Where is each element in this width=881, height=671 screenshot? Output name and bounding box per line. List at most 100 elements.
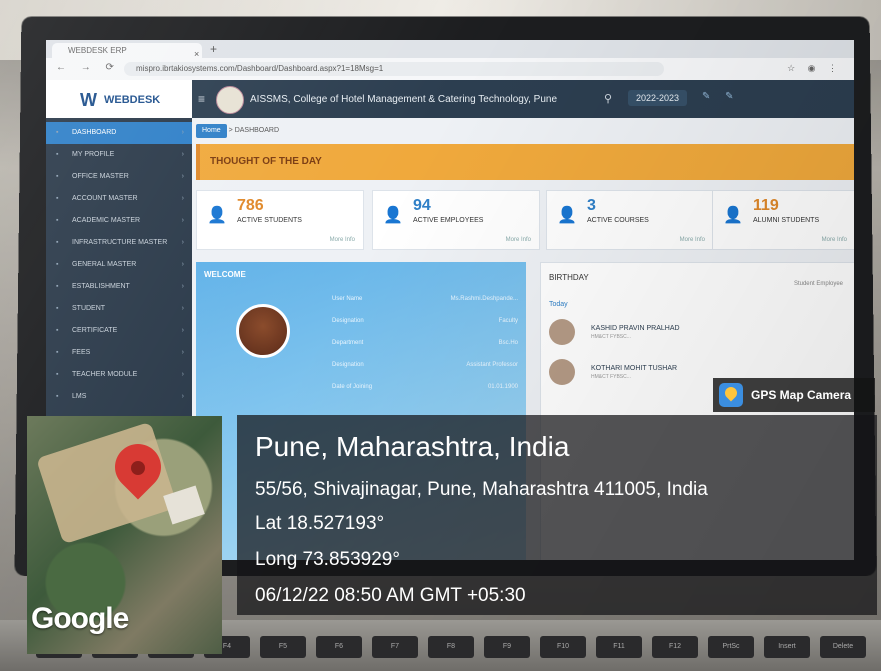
sidebar-item-icon: ▪ bbox=[56, 393, 59, 400]
person-icon: 👤 bbox=[723, 207, 743, 224]
sidebar-item-student[interactable]: ▪ STUDENT › bbox=[46, 298, 192, 320]
chevron-right-icon: › bbox=[181, 173, 184, 180]
welcome-row-label: Designation bbox=[332, 362, 364, 368]
stat-value: 94 bbox=[413, 197, 431, 214]
sidebar-item-icon: ▪ bbox=[56, 349, 59, 356]
breadcrumb: Home > DASHBOARD bbox=[196, 124, 279, 138]
sidebar-item-fees[interactable]: ▪ FEES › bbox=[46, 342, 192, 364]
more-info-link[interactable]: More Info bbox=[506, 237, 531, 243]
stat-card[interactable]: 👤 94 ACTIVE EMPLOYEES More Info bbox=[372, 190, 540, 250]
sidebar-item-dashboard[interactable]: ▪ DASHBOARD › bbox=[46, 122, 192, 144]
location-pin-center bbox=[131, 461, 145, 475]
sidebar-item-account-master[interactable]: ▪ ACCOUNT MASTER › bbox=[46, 188, 192, 210]
sidebar-item-label: ACADEMIC MASTER bbox=[72, 217, 141, 224]
more-info-link[interactable]: More Info bbox=[330, 237, 355, 243]
keyboard-key: F11 bbox=[596, 636, 642, 658]
header-tools-icon[interactable]: ✎ ✎ bbox=[702, 91, 740, 102]
sidebar-item-office-master[interactable]: ▪ OFFICE MASTER › bbox=[46, 166, 192, 188]
app-header: W WEBDESK ≡ AISSMS, College of Hotel Man… bbox=[46, 80, 854, 118]
stat-value: 3 bbox=[587, 197, 596, 214]
sidebar-item-label: OFFICE MASTER bbox=[72, 173, 129, 180]
stat-card[interactable]: 👤 786 ACTIVE STUDENTS More Info bbox=[196, 190, 364, 250]
sidebar-item-label: INFRASTRUCTURE MASTER bbox=[72, 239, 168, 246]
welcome-row-value: 01.01.1900 bbox=[487, 384, 518, 390]
google-logo: Google bbox=[31, 602, 129, 635]
stat-card[interactable]: 👤 3 ACTIVE COURSES More Info bbox=[546, 190, 714, 250]
breadcrumb-current: DASHBOARD bbox=[234, 127, 280, 134]
address-bar[interactable]: mispro.ibrtakiosystems.com/Dashboard/Das… bbox=[124, 62, 664, 76]
academic-year-select[interactable]: 2022-2023 bbox=[628, 90, 688, 106]
birthday-item: KASHID PRAVIN PRALHAD HM&CT FYBSC... bbox=[549, 319, 839, 349]
sidebar-item-teacher-module[interactable]: ▪ TEACHER MODULE › bbox=[46, 364, 192, 386]
sidebar-item-general-master[interactable]: ▪ GENERAL MASTER › bbox=[46, 254, 192, 276]
sidebar-item-infrastructure-master[interactable]: ▪ INFRASTRUCTURE MASTER › bbox=[46, 232, 192, 254]
birthday-name: KASHID PRAVIN PRALHAD bbox=[591, 325, 680, 332]
keyboard-key: F9 bbox=[484, 636, 530, 658]
sidebar-item-label: CERTIFICATE bbox=[72, 327, 118, 334]
brand[interactable]: W WEBDESK bbox=[46, 80, 192, 118]
nav-buttons-icon[interactable]: ← → ⟳ bbox=[56, 62, 120, 73]
more-info-link[interactable]: More Info bbox=[680, 237, 705, 243]
chevron-right-icon: › bbox=[181, 393, 184, 400]
college-logo bbox=[216, 86, 244, 114]
sidebar-item-lms[interactable]: ▪ LMS › bbox=[46, 386, 192, 408]
gps-datetime: 06/12/22 08:50 AM GMT +05:30 bbox=[255, 585, 526, 606]
gps-latitude: Lat 18.527193° bbox=[255, 513, 385, 534]
sidebar-item-academic-master[interactable]: ▪ ACADEMIC MASTER › bbox=[46, 210, 192, 232]
sidebar-item-icon: ▪ bbox=[56, 283, 59, 290]
keyboard-key: F10 bbox=[540, 636, 586, 658]
avatar bbox=[549, 319, 575, 345]
sidebar-item-label: GENERAL MASTER bbox=[72, 261, 137, 268]
avatar bbox=[236, 304, 290, 358]
sidebar-item-icon: ▪ bbox=[56, 327, 59, 334]
gps-longitude: Long 73.853929° bbox=[255, 549, 400, 570]
welcome-row-label: Department bbox=[332, 340, 364, 346]
welcome-row-label: Date of Joining bbox=[332, 384, 373, 390]
sidebar-item-label: DASHBOARD bbox=[72, 129, 117, 136]
sidebar-item-label: ESTABLISHMENT bbox=[72, 283, 130, 290]
sidebar-item-icon: ▪ bbox=[56, 173, 59, 180]
welcome-row: Designation Assistant Professor bbox=[332, 362, 518, 368]
sidebar-item-certificate[interactable]: ▪ CERTIFICATE › bbox=[46, 320, 192, 342]
breadcrumb-home[interactable]: Home bbox=[196, 124, 227, 138]
stat-label: ACTIVE STUDENTS bbox=[237, 217, 302, 224]
chevron-right-icon: › bbox=[181, 371, 184, 378]
browser-actions-icon[interactable]: ☆ ◉ ⋮ bbox=[787, 63, 842, 74]
keyboard-key: Insert bbox=[764, 636, 810, 658]
chevron-right-icon: › bbox=[181, 151, 184, 158]
more-info-link[interactable]: More Info bbox=[822, 237, 847, 243]
welcome-row-value: Assistant Professor bbox=[466, 362, 518, 368]
gps-app-name: GPS Map Camera bbox=[751, 388, 852, 402]
gps-map-camera-icon bbox=[719, 383, 743, 407]
stat-label: ACTIVE EMPLOYEES bbox=[413, 217, 484, 224]
birthday-name: KOTHARI MOHIT TUSHAR bbox=[591, 365, 678, 372]
keyboard-key: Delete bbox=[820, 636, 866, 658]
stat-card[interactable]: 👤 119 ALUMNI STUDENTS More Info bbox=[712, 190, 854, 250]
browser-tab[interactable]: WEBDESK ERP × bbox=[52, 43, 202, 59]
search-icon[interactable]: ⚲ bbox=[604, 92, 612, 105]
keyboard-key: F7 bbox=[372, 636, 418, 658]
birthday-detail: HM&CT FYBSC... bbox=[591, 334, 631, 340]
welcome-row: Designation Faculty bbox=[332, 318, 518, 324]
gps-app-badge: GPS Map Camera bbox=[713, 378, 875, 412]
sidebar-item-my-profile[interactable]: ▪ MY PROFILE › bbox=[46, 144, 192, 166]
keyboard-key: PrtSc bbox=[708, 636, 754, 658]
gps-address: 55/56, Shivajinagar, Pune, Maharashtra 4… bbox=[255, 479, 708, 500]
birthday-title: BIRTHDAY bbox=[549, 273, 589, 282]
menu-icon[interactable]: ≡ bbox=[198, 92, 205, 106]
chevron-right-icon: › bbox=[181, 195, 184, 202]
gps-info-box: Pune, Maharashtra, India 55/56, Shivajin… bbox=[237, 415, 877, 615]
sidebar-item-label: FEES bbox=[72, 349, 91, 356]
new-tab-icon[interactable]: + bbox=[210, 42, 217, 56]
keyboard-key: F12 bbox=[652, 636, 698, 658]
welcome-row: Date of Joining 01.01.1900 bbox=[332, 384, 518, 390]
stat-value: 119 bbox=[753, 197, 779, 214]
stat-label: ALUMNI STUDENTS bbox=[753, 217, 820, 224]
person-icon: 👤 bbox=[207, 207, 227, 224]
college-name: AISSMS, College of Hotel Management & Ca… bbox=[250, 94, 558, 105]
sidebar-item-establishment[interactable]: ▪ ESTABLISHMENT › bbox=[46, 276, 192, 298]
person-icon: 👤 bbox=[557, 207, 577, 224]
gps-location-title: Pune, Maharashtra, India bbox=[255, 431, 570, 462]
stat-label: ACTIVE COURSES bbox=[587, 217, 649, 224]
birthday-filter[interactable]: Student Employee bbox=[794, 281, 843, 287]
